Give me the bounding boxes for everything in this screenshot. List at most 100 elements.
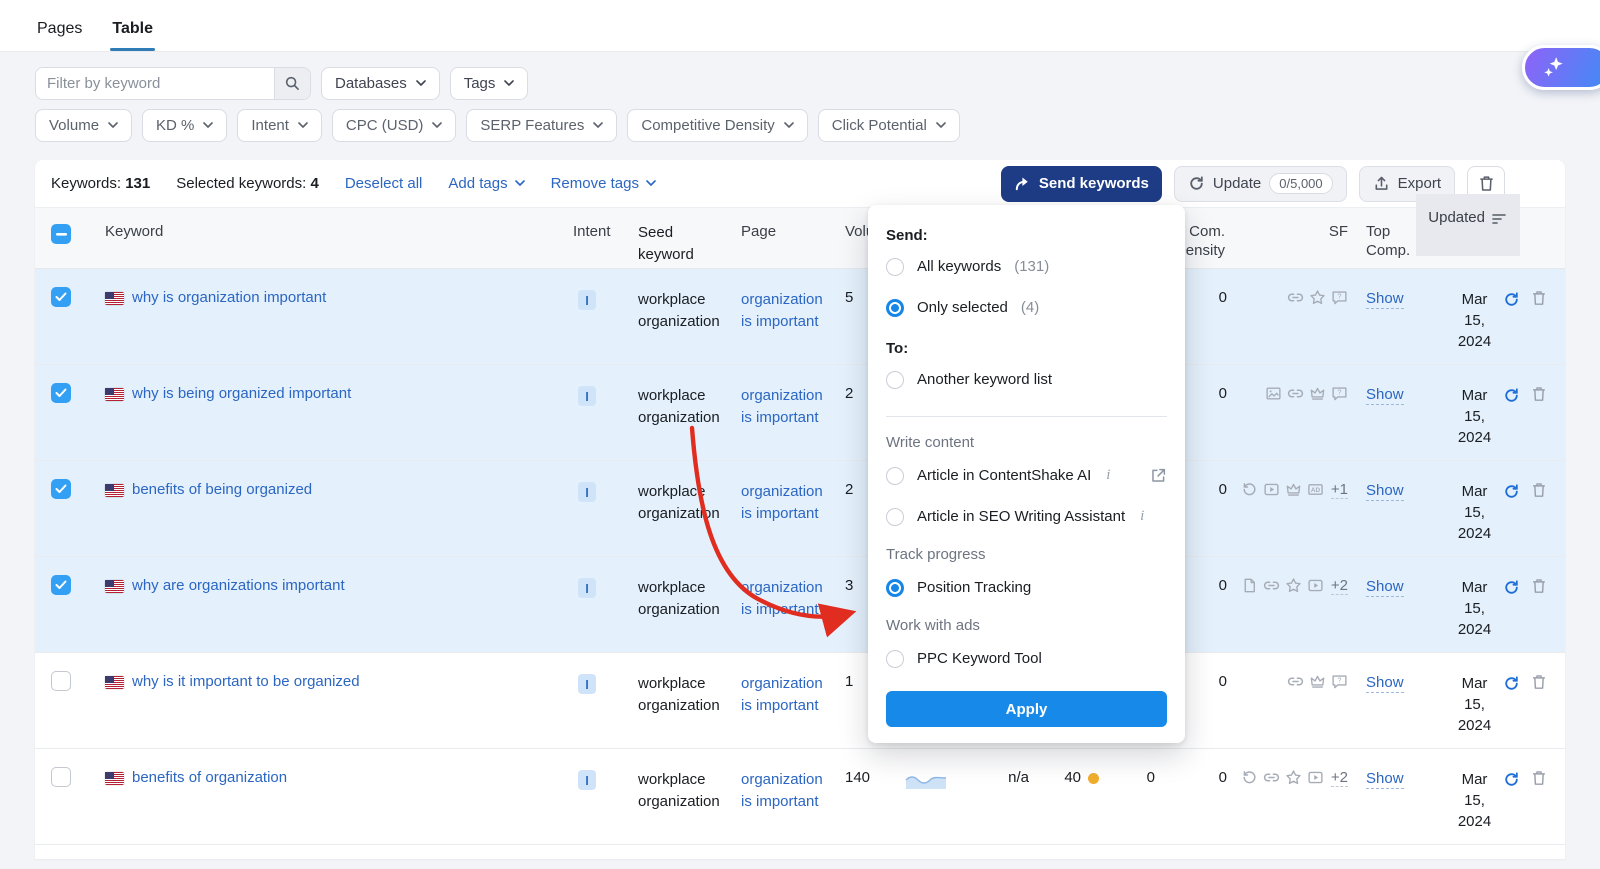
delete-row-icon[interactable] <box>1530 769 1548 787</box>
show-top-competitors-link[interactable]: Show <box>1366 577 1404 597</box>
radio-selected-icon[interactable] <box>886 299 904 317</box>
update-button[interactable]: Update 0/5,000 <box>1174 166 1347 202</box>
more-serp-features[interactable]: +1 <box>1331 481 1348 499</box>
radio-option-another-keyword-list[interactable]: Another keyword list <box>886 359 1167 400</box>
page-link[interactable]: organization is important <box>741 673 837 717</box>
keyword-filter-input[interactable] <box>36 68 274 99</box>
show-top-competitors-link[interactable]: Show <box>1366 289 1404 309</box>
row-checkbox[interactable] <box>51 767 71 787</box>
header-page[interactable]: Page <box>741 208 845 268</box>
remove-tags-dropdown[interactable]: Remove tags <box>551 175 656 192</box>
info-icon[interactable]: i <box>1104 467 1112 484</box>
radio-icon[interactable] <box>886 508 904 526</box>
chevron-down-icon <box>416 80 426 87</box>
radio-selected-icon[interactable] <box>886 579 904 597</box>
delete-row-icon[interactable] <box>1530 673 1548 691</box>
page-link[interactable]: organization is important <box>741 481 837 525</box>
delete-row-icon[interactable] <box>1530 385 1548 403</box>
ai-assistant-button[interactable] <box>1522 45 1600 90</box>
delete-row-icon[interactable] <box>1530 481 1548 499</box>
send-keywords-button[interactable]: Send keywords <box>1001 166 1162 202</box>
radio-option-article-in-contentshake-ai[interactable]: Article in ContentShake AIi <box>886 455 1167 496</box>
row-checkbox[interactable] <box>51 383 71 403</box>
tags-dropdown[interactable]: Tags <box>450 67 529 100</box>
deselect-all-link[interactable]: Deselect all <box>345 175 423 192</box>
filter-chip-click-potential[interactable]: Click Potential <box>818 109 960 142</box>
show-top-competitors-link[interactable]: Show <box>1366 481 1404 501</box>
delete-row-icon[interactable] <box>1530 577 1548 595</box>
show-top-competitors-link[interactable]: Show <box>1366 673 1404 693</box>
pkd-value: n/a <box>1008 769 1029 786</box>
apply-button[interactable]: Apply <box>886 691 1167 727</box>
refresh-keyword-icon[interactable] <box>1503 291 1520 308</box>
keyword-link[interactable]: why is it important to be organized <box>132 673 360 690</box>
chevron-down-icon <box>593 122 603 129</box>
radio-option-ppc-keyword-tool[interactable]: PPC Keyword Tool <box>886 638 1167 679</box>
more-serp-features[interactable]: +2 <box>1331 769 1348 787</box>
updated-date: Mar 15, 2024 <box>1451 673 1498 736</box>
search-button[interactable] <box>274 68 310 99</box>
radio-option-position-tracking[interactable]: Position Tracking <box>886 567 1167 608</box>
more-serp-features[interactable]: +2 <box>1331 577 1348 595</box>
page-link[interactable]: organization is important <box>741 577 837 621</box>
row-checkbox[interactable] <box>51 479 71 499</box>
filter-chip-cpc-usd-[interactable]: CPC (USD) <box>332 109 457 142</box>
row-checkbox[interactable] <box>51 671 71 691</box>
export-icon <box>1373 175 1390 192</box>
header-updated[interactable]: Updated <box>1416 194 1520 256</box>
header-top-comp[interactable]: Top Comp. <box>1352 208 1416 268</box>
link-serp-icon <box>1263 577 1280 594</box>
radio-icon[interactable] <box>886 467 904 485</box>
refresh-keyword-icon[interactable] <box>1503 771 1520 788</box>
refresh-keyword-icon[interactable] <box>1503 483 1520 500</box>
radio-option-article-in-seo-writing-assistant[interactable]: Article in SEO Writing Assistanti <box>886 496 1167 537</box>
serp-features: +2 <box>1233 749 1352 844</box>
page-link[interactable]: organization is important <box>741 385 837 429</box>
radio-option-only-selected[interactable]: Only selected(4) <box>886 287 1167 328</box>
filter-chip-competitive-density[interactable]: Competitive Density <box>627 109 807 142</box>
chevron-down-icon <box>936 122 946 129</box>
header-keyword[interactable]: Keyword <box>83 208 573 268</box>
info-icon[interactable]: i <box>1138 508 1146 525</box>
chevron-down-icon <box>298 122 308 129</box>
refresh-keyword-icon[interactable] <box>1503 387 1520 404</box>
comp-density-value: 0 <box>1219 385 1227 402</box>
keyword-link[interactable]: benefits of organization <box>132 769 287 786</box>
check-icon <box>55 388 67 398</box>
kd-value: 40 <box>1064 769 1081 786</box>
keyword-link[interactable]: why is being organized important <box>132 385 351 402</box>
refresh-keyword-icon[interactable] <box>1503 579 1520 596</box>
radio-option-all-keywords[interactable]: All keywords(131) <box>886 246 1167 287</box>
databases-dropdown[interactable]: Databases <box>321 67 440 100</box>
star-serp-icon <box>1285 769 1302 786</box>
delete-row-icon[interactable] <box>1530 289 1548 307</box>
radio-icon[interactable] <box>886 371 904 389</box>
radio-option-label: Position Tracking <box>917 579 1031 596</box>
filter-chip-kd-[interactable]: KD % <box>142 109 227 142</box>
filter-chip-serp-features[interactable]: SERP Features <box>466 109 617 142</box>
select-all-checkbox[interactable] <box>51 224 71 244</box>
add-tags-dropdown[interactable]: Add tags <box>448 175 524 192</box>
filter-chip-volume[interactable]: Volume <box>35 109 132 142</box>
keyword-link[interactable]: why is organization important <box>132 289 326 306</box>
tab-table[interactable]: Table <box>110 6 155 51</box>
keyword-link[interactable]: why are organizations important <box>132 577 345 594</box>
doc-serp-icon <box>1241 577 1258 594</box>
header-intent[interactable]: Intent <box>573 208 629 268</box>
row-checkbox[interactable] <box>51 575 71 595</box>
keyword-link[interactable]: benefits of being organized <box>132 481 312 498</box>
page-link[interactable]: organization is important <box>741 289 837 333</box>
external-link-icon[interactable] <box>1150 467 1167 484</box>
header-seed-keyword[interactable]: Seed keyword <box>629 208 741 268</box>
tab-pages[interactable]: Pages <box>35 6 84 51</box>
header-sf[interactable]: SF <box>1233 208 1352 268</box>
show-top-competitors-link[interactable]: Show <box>1366 385 1404 405</box>
page-link[interactable]: organization is important <box>741 769 837 813</box>
radio-icon[interactable] <box>886 258 904 276</box>
radio-icon[interactable] <box>886 650 904 668</box>
us-flag-icon <box>105 292 124 305</box>
show-top-competitors-link[interactable]: Show <box>1366 769 1404 789</box>
refresh-keyword-icon[interactable] <box>1503 675 1520 692</box>
filter-chip-intent[interactable]: Intent <box>237 109 322 142</box>
row-checkbox[interactable] <box>51 287 71 307</box>
